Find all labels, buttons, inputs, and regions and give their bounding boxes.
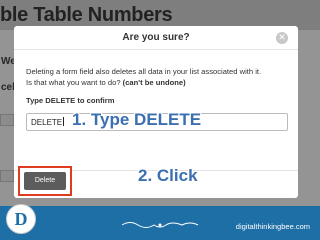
close-icon[interactable]: ✕ <box>276 32 288 44</box>
confirm-label: Type DELETE to confirm <box>26 96 115 105</box>
annotation-step-1: 1. Type DELETE <box>72 110 202 129</box>
logo: D <box>6 204 36 234</box>
text-caret <box>63 117 65 126</box>
dialog-title: Are you sure? <box>122 32 190 43</box>
dialog-message-line: Deleting a form field also deletes all d… <box>26 67 262 76</box>
confirm-input-value: DELETE <box>31 118 63 127</box>
delete-button[interactable]: Delete <box>24 172 66 190</box>
flourish-decoration <box>121 222 199 228</box>
dialog-message-text: Is that what you want to do? <box>26 78 123 87</box>
delete-highlight-box: Delete <box>18 166 72 196</box>
dialog-warning-text: (can't be undone) <box>122 78 186 87</box>
dialog-message: Deleting a form field also deletes all d… <box>26 66 292 88</box>
annotation-step-2: 2. Click <box>138 166 198 185</box>
dialog-message-line: Is that what you want to do? (can't be u… <box>26 77 292 88</box>
footer-site-text: digitalthinkingbee.com <box>235 222 310 231</box>
dialog-header: Are you sure? ✕ <box>14 26 298 50</box>
